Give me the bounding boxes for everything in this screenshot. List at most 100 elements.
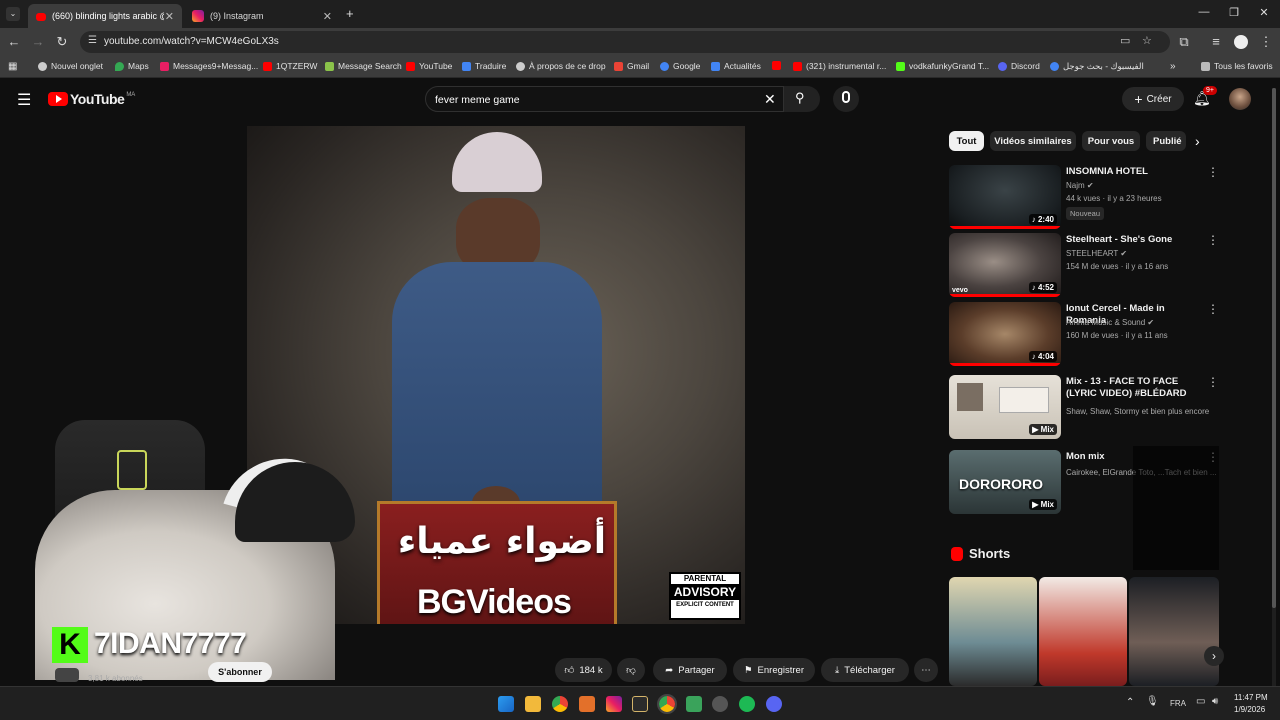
- bookmark-maps[interactable]: Maps: [115, 61, 149, 71]
- chip-similar[interactable]: Vidéos similaires: [990, 131, 1076, 151]
- subscribe-button[interactable]: S'abonner: [208, 662, 272, 682]
- tab-youtube[interactable]: (660) blinding lights arabic @... ✕: [28, 4, 182, 28]
- bookmark-youtube-short[interactable]: [772, 61, 785, 70]
- more-vertical-icon[interactable]: ⋮: [1207, 302, 1219, 316]
- instagram-icon[interactable]: [606, 696, 622, 712]
- back-icon[interactable]: ←: [6, 34, 22, 49]
- app-icon[interactable]: [579, 696, 595, 712]
- bookmark-a-propos[interactable]: À propos de ce drop: [516, 61, 606, 71]
- bookmark-new-tab[interactable]: Nouvel onglet: [38, 61, 103, 71]
- more-vertical-icon[interactable]: ⋮: [1207, 165, 1219, 179]
- video-thumbnail[interactable]: vevo ♪ 4:52: [949, 233, 1061, 297]
- bookmark-youtube[interactable]: YouTube: [406, 61, 452, 71]
- bookmark-discord[interactable]: Discord: [998, 61, 1040, 71]
- bookmark-1qtzerw[interactable]: 1QTZERW: [263, 61, 317, 71]
- restore-icon[interactable]: ❐: [1224, 6, 1244, 19]
- more-vertical-icon[interactable]: ⋮: [1207, 233, 1219, 247]
- dislike-button[interactable]: 👎︎: [617, 658, 645, 682]
- close-tab-icon[interactable]: ✕: [323, 10, 332, 23]
- language-indicator[interactable]: FRA: [1170, 699, 1186, 708]
- close-window-icon[interactable]: ✕: [1254, 6, 1274, 19]
- url-text[interactable]: youtube.com/watch?v=MCW4eGoLX3s: [104, 36, 279, 47]
- profile-icon[interactable]: [1234, 35, 1248, 49]
- notifications-button[interactable]: 🔔︎ 9+: [1193, 86, 1217, 108]
- video-title[interactable]: Steelheart - She's Gone: [1066, 234, 1206, 246]
- microphone-tray-icon[interactable]: 🎙︎: [1146, 696, 1159, 707]
- more-actions-button[interactable]: ⋯: [914, 658, 938, 682]
- discord-icon[interactable]: [766, 696, 782, 712]
- create-button[interactable]: + Créer: [1122, 87, 1184, 111]
- video-thumbnail[interactable]: ▶ Mix: [949, 375, 1061, 439]
- chip-for-you[interactable]: Pour vous: [1082, 131, 1140, 151]
- spotify-icon[interactable]: [739, 696, 755, 712]
- channel-name[interactable]: Shaw, Shaw, Stormy et bien plus encore: [1066, 407, 1209, 416]
- page-scrollbar[interactable]: [1272, 88, 1276, 688]
- extensions-icon[interactable]: ⧉: [1176, 34, 1192, 50]
- bookmark-facebook-search[interactable]: الفيسبوك - بحث جوجل: [1050, 61, 1144, 72]
- search-button[interactable]: ⚲: [784, 86, 820, 112]
- bookmark-google[interactable]: Google: [660, 61, 700, 71]
- channel-name[interactable]: Amma Music & Sound ✔︎: [1066, 318, 1154, 327]
- recommendation-item[interactable]: ♪ 4:04 Ionut Cercel - Made in Romania Am…: [949, 302, 1219, 366]
- bookmark-messages[interactable]: Messages9+Messag...: [160, 61, 258, 71]
- video-thumbnail[interactable]: ♪ 2:40: [949, 165, 1061, 229]
- chip-all[interactable]: Tout: [949, 131, 984, 151]
- video-title[interactable]: INSOMNIA HOTEL: [1066, 166, 1206, 178]
- bookmark-actualites[interactable]: Actualités: [711, 61, 761, 71]
- shorts-next-icon[interactable]: ›: [1204, 646, 1224, 666]
- recommendation-item[interactable]: vevo ♪ 4:52 Steelheart - She's Gone STEE…: [949, 233, 1219, 297]
- video-title[interactable]: Mix - 13 - FACE TO FACE (LYRIC VIDEO) #B…: [1066, 376, 1206, 400]
- tab-instagram[interactable]: (9) Instagram ✕: [184, 4, 340, 28]
- minimize-icon[interactable]: —: [1194, 6, 1214, 18]
- avatar[interactable]: [1229, 88, 1251, 110]
- close-tab-icon[interactable]: ✕: [165, 10, 174, 23]
- bookmark-message-search[interactable]: Message Search: [325, 61, 402, 71]
- clock-date[interactable]: 1/9/2026: [1234, 705, 1265, 714]
- youtube-logo[interactable]: YouTube MA: [48, 91, 135, 107]
- bookmark-instrumental[interactable]: (321) instrumental r...: [793, 61, 886, 71]
- bookmarks-overflow-icon[interactable]: »: [1170, 61, 1176, 72]
- more-vertical-icon[interactable]: ⋮: [1207, 375, 1219, 389]
- cast-icon[interactable]: ▭: [1120, 34, 1130, 47]
- short-thumbnail[interactable]: [949, 577, 1037, 686]
- channel-name[interactable]: STEELHEART ✔︎: [1066, 249, 1127, 258]
- chip-published[interactable]: Publié: [1146, 131, 1186, 151]
- reading-list-icon[interactable]: ≡: [1208, 34, 1224, 49]
- clock-time[interactable]: 11:47 PM: [1234, 693, 1268, 702]
- chrome-icon[interactable]: [552, 696, 568, 712]
- reload-icon[interactable]: ↻: [54, 34, 70, 50]
- omnibox[interactable]: ☰ youtube.com/watch?v=MCW4eGoLX3s ▭ ☆: [80, 31, 1170, 53]
- site-info-icon[interactable]: ☰: [88, 35, 97, 46]
- clear-search-icon[interactable]: ✕: [764, 91, 776, 108]
- short-thumbnail[interactable]: [1039, 577, 1127, 686]
- recommendation-item[interactable]: ♪ 2:40 INSOMNIA HOTEL Najm ✔︎ 44 k vues …: [949, 165, 1219, 229]
- short-thumbnail[interactable]: [1129, 577, 1219, 686]
- menu-kebab-icon[interactable]: ⋮: [1258, 34, 1274, 50]
- search-box[interactable]: fever meme game ✕: [425, 86, 784, 112]
- windows-start-icon[interactable]: [498, 696, 514, 712]
- hamburger-menu-icon[interactable]: ☰: [17, 90, 31, 110]
- save-button[interactable]: ⚑ Enregistrer: [733, 658, 815, 682]
- voice-search-button[interactable]: [833, 86, 859, 112]
- recommendation-item[interactable]: ▶ Mix Mix - 13 - FACE TO FACE (LYRIC VID…: [949, 375, 1219, 439]
- apps-grid-icon[interactable]: ▦: [8, 61, 17, 72]
- video-thumbnail[interactable]: DORORORO ▶ Mix: [949, 450, 1061, 514]
- forward-icon[interactable]: →: [30, 34, 46, 49]
- search-input[interactable]: fever meme game: [435, 94, 520, 106]
- bookmark-gmail[interactable]: Gmail: [614, 61, 649, 71]
- app-icon[interactable]: [712, 696, 728, 712]
- tab-search-icon[interactable]: ⌄: [6, 7, 20, 21]
- media-player-icon[interactable]: [686, 696, 702, 712]
- channel-name[interactable]: Najm ✔︎: [1066, 181, 1094, 190]
- new-tab-icon[interactable]: +: [346, 6, 354, 21]
- channel-avatar[interactable]: [55, 668, 79, 682]
- share-button[interactable]: ➦ Partager: [653, 658, 727, 682]
- network-icon[interactable]: ▭: [1196, 696, 1205, 707]
- chrome-active-icon[interactable]: [657, 694, 677, 714]
- bookmark-vodkafunky[interactable]: vodkafunkyGrand T...: [896, 61, 989, 71]
- like-button[interactable]: 👍︎ 184 k: [555, 658, 612, 682]
- file-explorer-icon[interactable]: [525, 696, 541, 712]
- tray-overflow-icon[interactable]: ⌃: [1126, 697, 1134, 708]
- app-icon[interactable]: [632, 696, 648, 712]
- download-button[interactable]: ⤓ Télécharger: [821, 658, 909, 682]
